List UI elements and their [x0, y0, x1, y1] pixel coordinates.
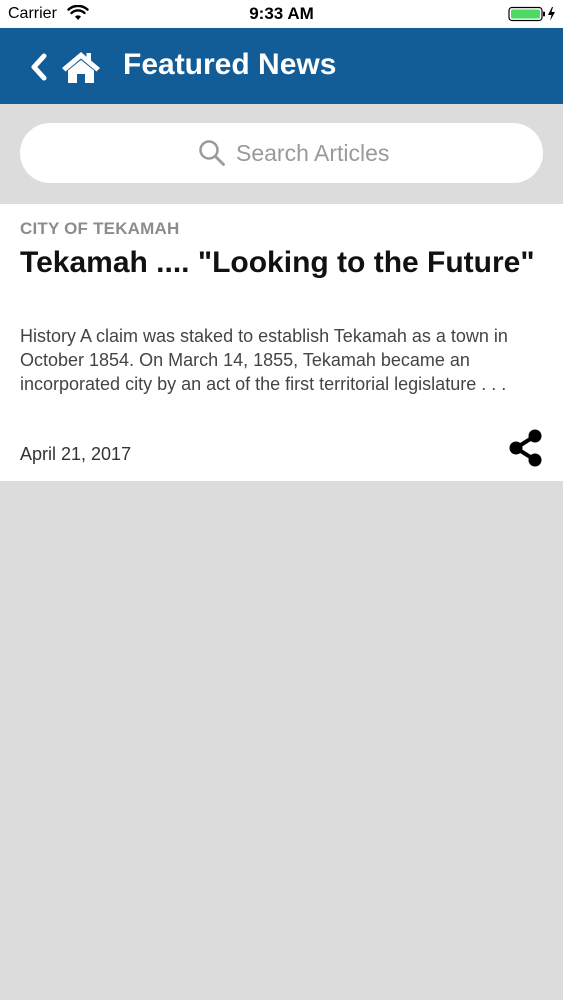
article-source: CITY OF TEKAMAH — [20, 219, 180, 238]
app-header: Featured News — [0, 28, 563, 104]
article-summary: History A claim was staked to establish … — [20, 326, 508, 394]
share-icon[interactable] — [507, 428, 545, 468]
search-icon — [199, 140, 225, 166]
article-card[interactable]: CITY OF TEKAMAH Tekamah .... "Looking to… — [0, 204, 563, 481]
page-title: Featured News — [123, 48, 337, 81]
status-time: 9:33 AM — [249, 4, 314, 23]
battery-charging-icon — [508, 6, 555, 22]
article-title[interactable]: Tekamah .... "Looking to the Future" — [20, 246, 540, 280]
home-icon[interactable] — [61, 50, 101, 84]
article-date: April 21, 2017 — [20, 444, 132, 464]
search-input[interactable] — [236, 135, 516, 171]
status-bar: Carrier 9:33 AM — [0, 0, 563, 28]
search-bar[interactable] — [20, 123, 543, 183]
search-area — [0, 104, 563, 204]
chevron-left-icon[interactable] — [28, 52, 50, 82]
